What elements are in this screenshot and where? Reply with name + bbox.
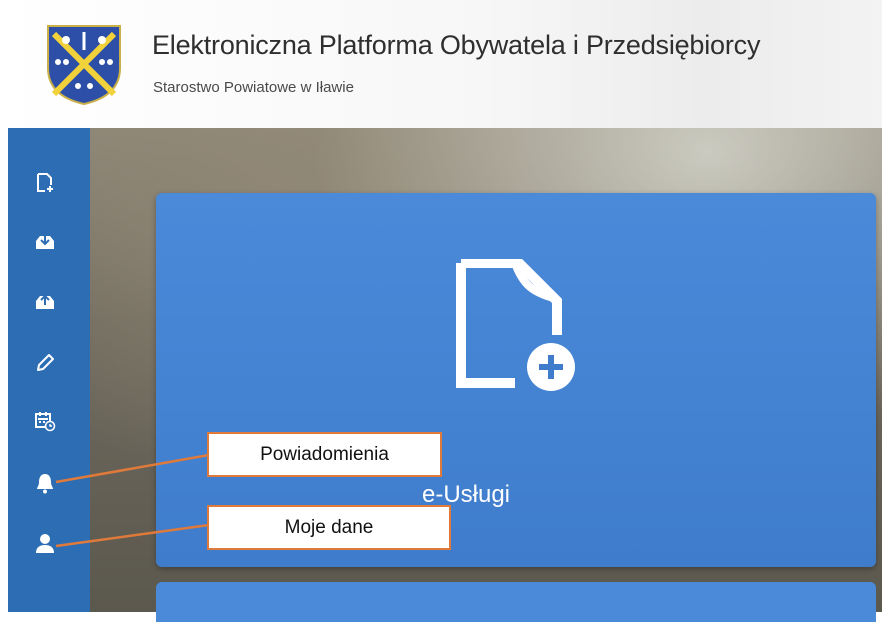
my-data-callout: Moje dane (207, 505, 451, 550)
user-icon[interactable] (34, 532, 56, 554)
pencil-icon[interactable] (34, 352, 56, 374)
page-subtitle: Starostwo Powiatowe w Iławie (153, 79, 354, 96)
inbox-download-icon[interactable] (34, 231, 56, 253)
bell-icon[interactable] (34, 472, 56, 494)
new-document-plus-icon (456, 259, 575, 391)
page-title: Elektroniczna Platforma Obywatela i Prze… (152, 30, 761, 60)
notifications-callout: Powiadomienia (207, 432, 442, 477)
new-document-icon[interactable] (34, 172, 56, 194)
sidebar (8, 128, 90, 612)
app-header: Elektroniczna Platforma Obywatela i Prze… (0, 0, 882, 128)
calendar-clock-icon[interactable] (34, 410, 56, 432)
next-tile[interactable] (156, 582, 876, 622)
outbox-upload-icon[interactable] (34, 291, 56, 313)
sidebar-edge (0, 128, 8, 612)
coat-of-arms-logo (47, 25, 121, 106)
